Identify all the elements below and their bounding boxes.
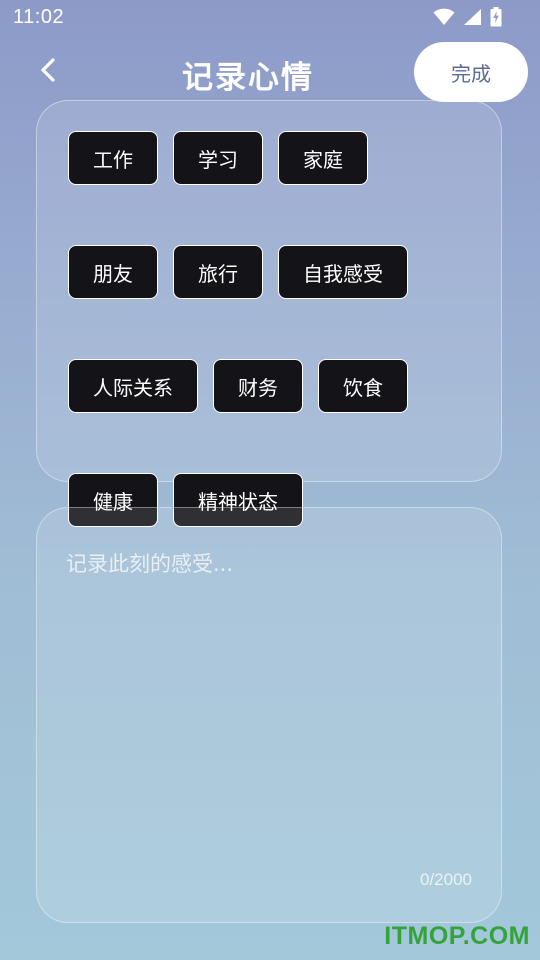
status-icons xyxy=(433,7,502,27)
status-bar: 11:02 xyxy=(0,0,540,36)
tag-diet[interactable]: 饮食 xyxy=(318,359,408,413)
battery-charging-icon xyxy=(490,7,502,27)
tag-self-feeling[interactable]: 自我感受 xyxy=(278,245,408,299)
watermark-logo: ITMOP.COM xyxy=(384,922,530,950)
wifi-icon xyxy=(433,8,455,26)
mood-tag-list: 工作 学习 家庭 朋友 旅行 自我感受 人际关系 财务 饮食 健康 精神状态 xyxy=(68,131,448,527)
done-button[interactable]: 完成 xyxy=(414,42,528,102)
signal-icon xyxy=(463,8,482,26)
mood-note-input[interactable] xyxy=(66,548,476,848)
tag-work[interactable]: 工作 xyxy=(68,131,158,185)
status-time: 11:02 xyxy=(13,6,65,28)
tag-family[interactable]: 家庭 xyxy=(278,131,368,185)
char-counter: 0/2000 xyxy=(420,870,472,889)
tag-friends[interactable]: 朋友 xyxy=(68,245,158,299)
tag-study[interactable]: 学习 xyxy=(173,131,263,185)
tag-travel[interactable]: 旅行 xyxy=(173,245,263,299)
tag-finance[interactable]: 财务 xyxy=(213,359,303,413)
tag-relationships[interactable]: 人际关系 xyxy=(68,359,198,413)
